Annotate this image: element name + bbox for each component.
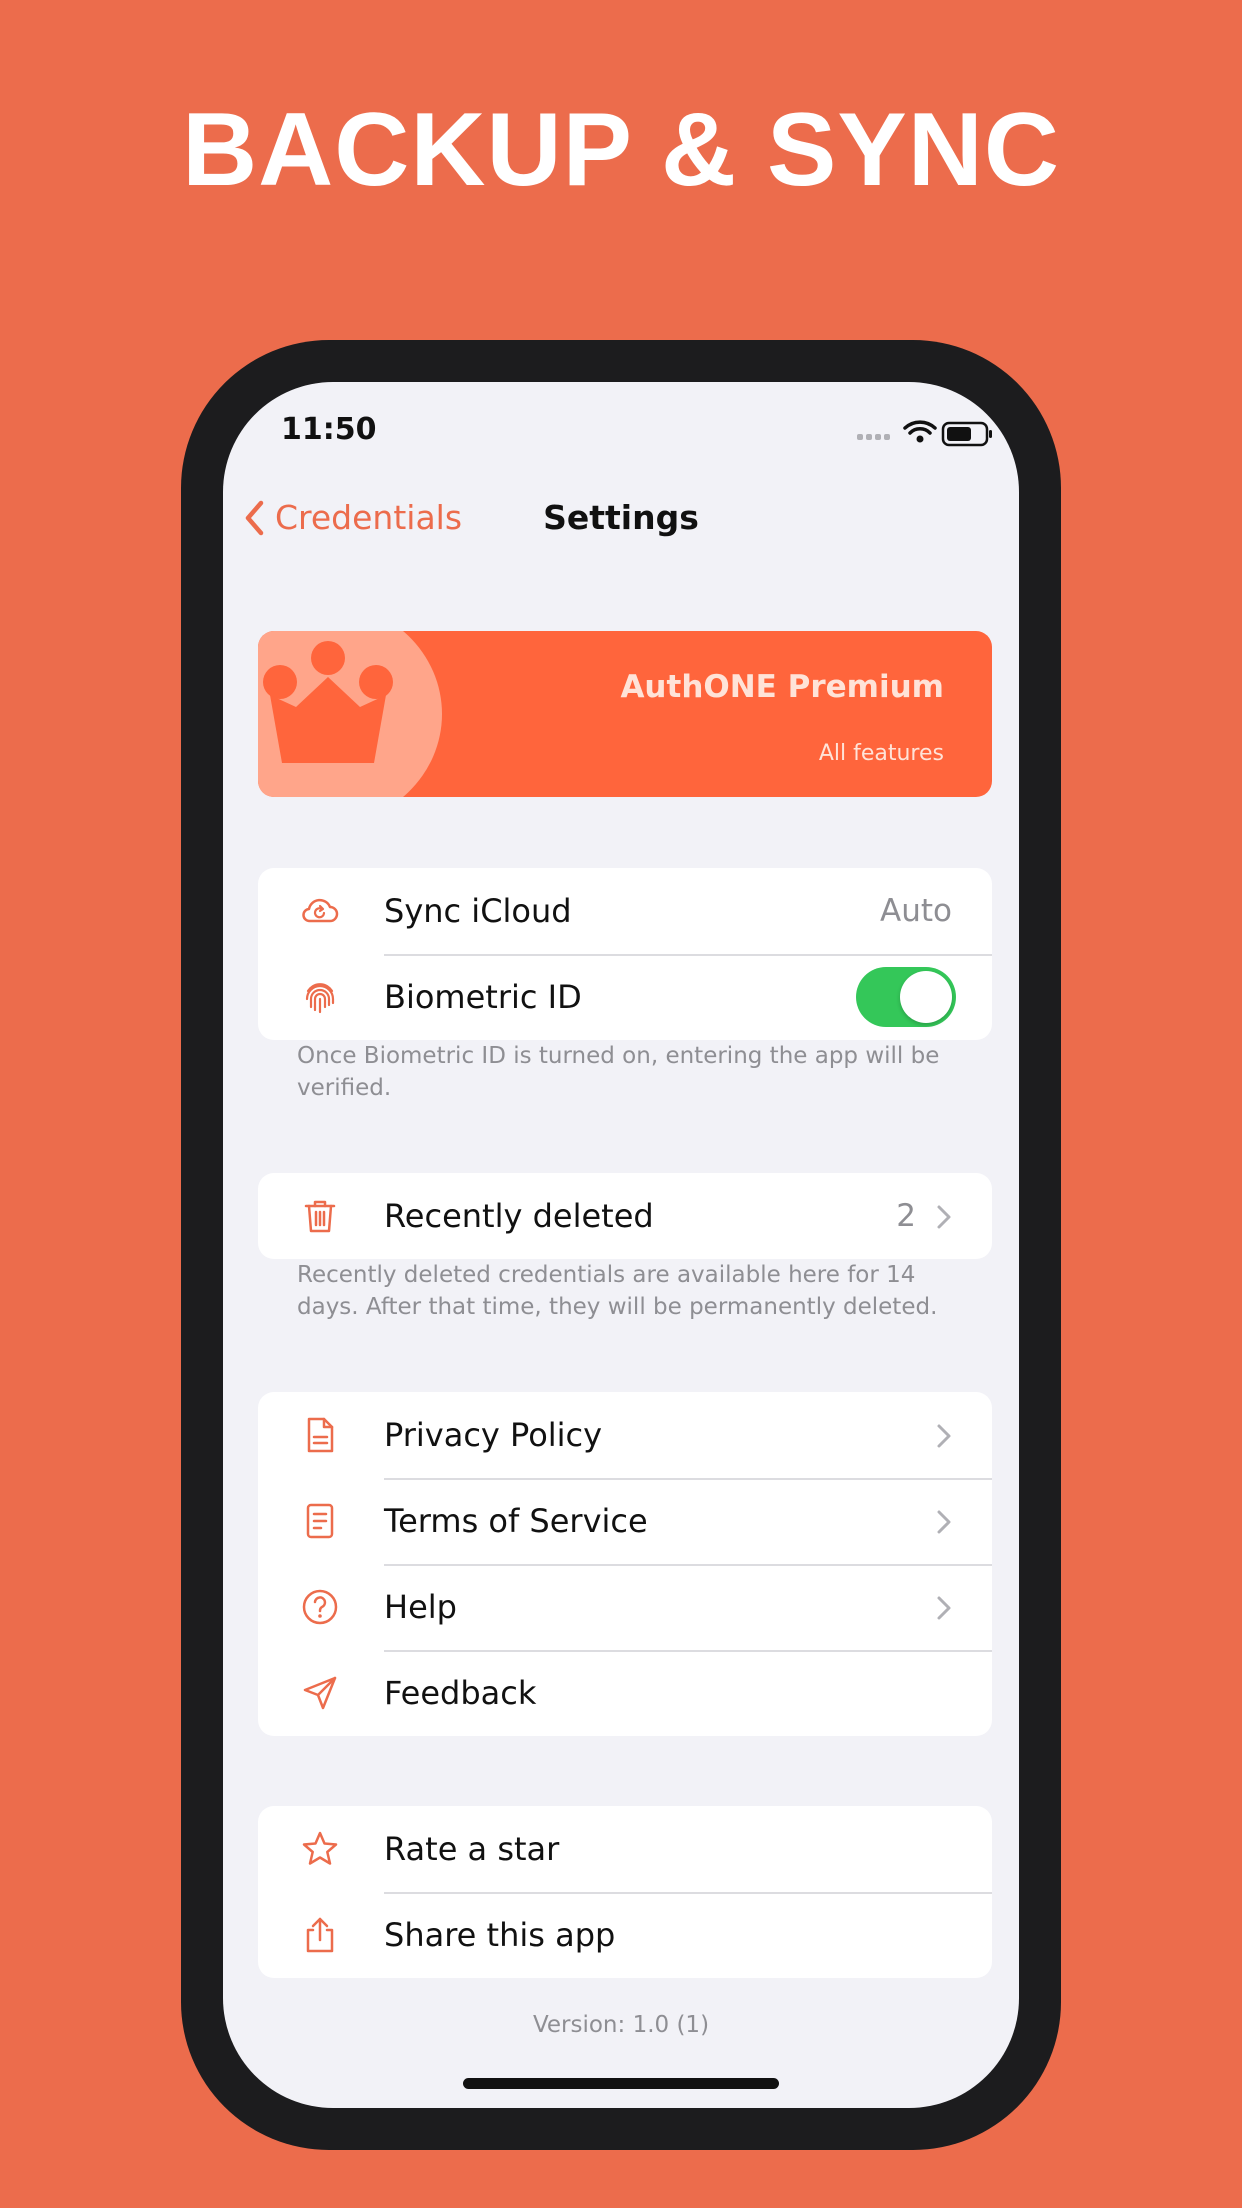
biometric-row: Biometric ID	[258, 954, 992, 1040]
status-indicators-icon	[857, 420, 992, 447]
sync-security-group: Sync iCloud Auto Biometric ID	[258, 868, 992, 1040]
toggle-knob	[900, 971, 952, 1023]
chevron-right-icon	[937, 1596, 951, 1620]
biometric-label: Biometric ID	[384, 978, 582, 1016]
fingerprint-icon	[305, 983, 335, 1014]
privacy-policy-label: Privacy Policy	[384, 1416, 603, 1454]
trash-icon	[304, 1200, 336, 1233]
rate-star-label: Rate a star	[384, 1830, 560, 1868]
crown-icon	[263, 641, 393, 763]
help-row[interactable]: Help	[258, 1564, 992, 1650]
send-icon	[303, 1676, 337, 1710]
status-icons	[857, 418, 997, 454]
page-title: Settings	[543, 498, 699, 537]
terms-of-service-row[interactable]: Terms of Service	[258, 1478, 992, 1564]
feedback-row[interactable]: Feedback	[258, 1650, 992, 1736]
privacy-policy-row[interactable]: Privacy Policy	[258, 1392, 992, 1478]
share-group: Rate a star Share this app	[258, 1806, 992, 1978]
sync-icloud-row[interactable]: Sync iCloud Auto	[258, 868, 992, 954]
terms-of-service-label: Terms of Service	[384, 1502, 648, 1540]
premium-banner[interactable]: AuthONE Premium All features	[258, 631, 992, 797]
share-icon	[306, 1917, 334, 1953]
share-app-label: Share this app	[384, 1916, 616, 1954]
recently-deleted-label: Recently deleted	[384, 1197, 654, 1235]
phone-frame: 11:50 Credentials Settings AuthONE Premi…	[181, 340, 1061, 2150]
premium-subtitle: All features	[818, 741, 944, 766]
recently-deleted-count: 2	[896, 1198, 916, 1234]
rate-star-row[interactable]: Rate a star	[258, 1806, 992, 1892]
recently-deleted-note: Recently deleted credentials are availab…	[297, 1262, 938, 1320]
question-circle-icon	[302, 1589, 338, 1625]
chevron-right-icon	[937, 1510, 951, 1534]
promo-headline: BACKUP & SYNC	[182, 92, 1060, 208]
status-time: 11:50	[281, 412, 377, 447]
premium-title: AuthONE Premium	[620, 669, 944, 705]
star-icon	[302, 1831, 338, 1865]
biometric-toggle[interactable]	[856, 967, 956, 1027]
document-icon	[307, 1417, 334, 1453]
home-indicator[interactable]	[463, 2078, 779, 2089]
help-label: Help	[384, 1588, 457, 1626]
share-app-row[interactable]: Share this app	[258, 1892, 992, 1978]
version-text: Version: 1.0 (1)	[532, 2012, 710, 2038]
recently-deleted-group: Recently deleted 2	[258, 1173, 992, 1259]
feedback-label: Feedback	[384, 1674, 537, 1712]
phone-screen: 11:50 Credentials Settings AuthONE Premi…	[223, 382, 1019, 2108]
recently-deleted-row[interactable]: Recently deleted 2	[258, 1173, 992, 1259]
info-group: Privacy Policy Terms of Service Help Fee…	[258, 1392, 992, 1736]
chevron-right-icon	[937, 1205, 951, 1229]
sync-icloud-value: Auto	[880, 893, 952, 929]
list-document-icon	[306, 1503, 334, 1539]
sync-icloud-label: Sync iCloud	[384, 892, 572, 930]
cloud-sync-icon	[302, 898, 339, 923]
chevron-right-icon	[937, 1424, 951, 1448]
biometric-note: Once Biometric ID is turned on, entering…	[297, 1043, 940, 1101]
